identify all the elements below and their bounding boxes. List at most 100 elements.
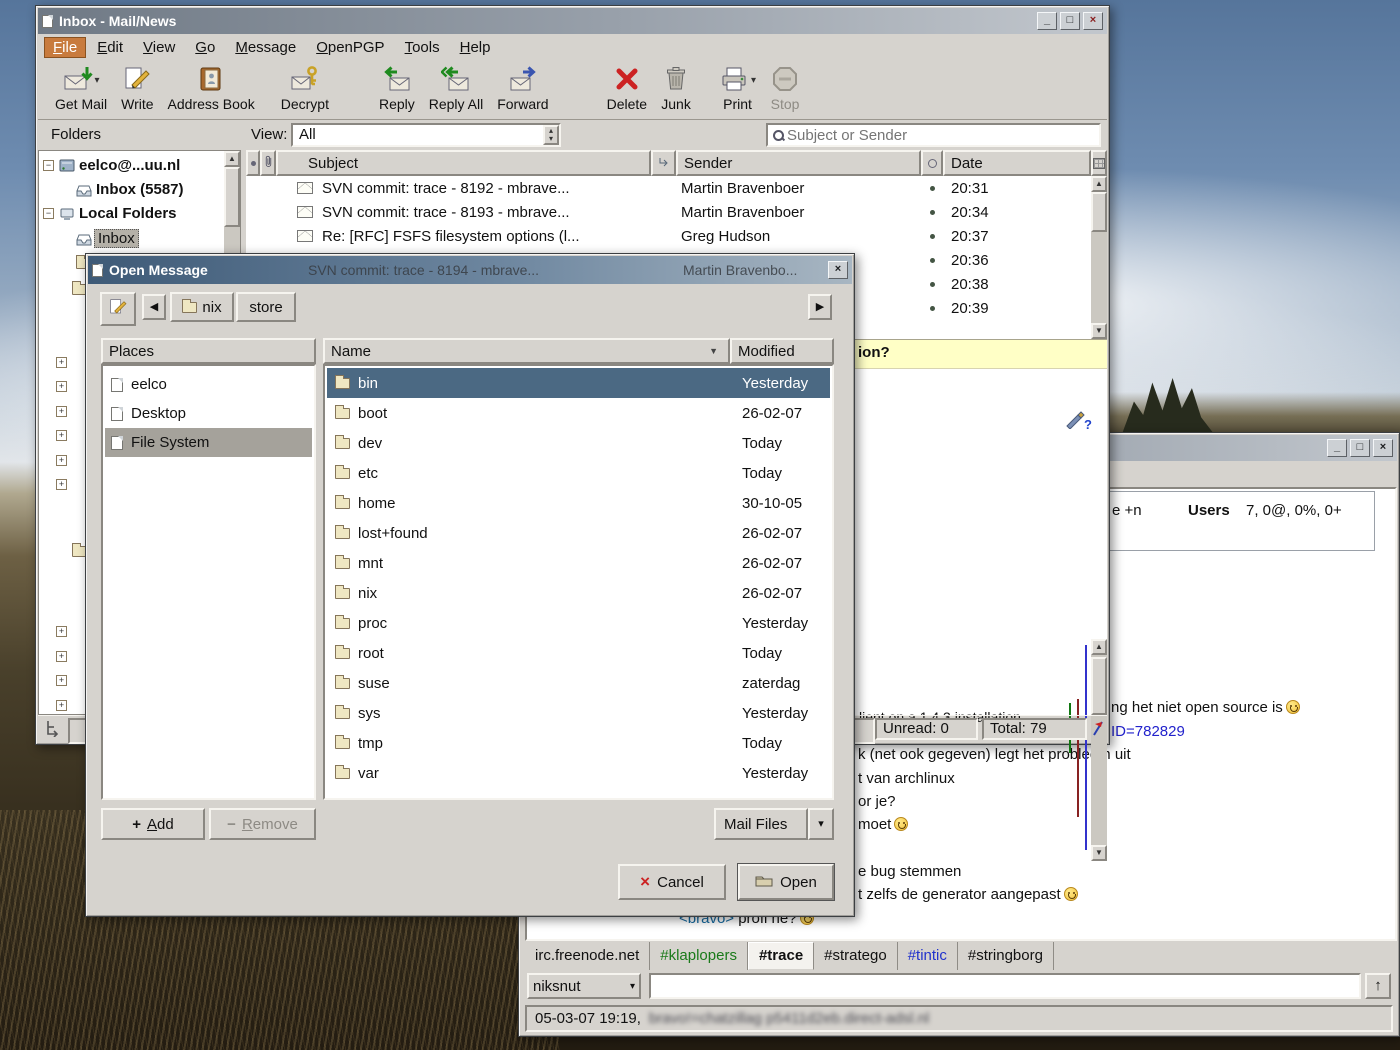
file-row-root[interactable]: rootToday (327, 638, 830, 668)
forward-button[interactable]: Forward (490, 64, 555, 113)
place-item-file-system[interactable]: File System (105, 428, 312, 457)
irc-maximize-button[interactable]: □ (1350, 439, 1370, 457)
expander-icon[interactable] (56, 455, 67, 466)
menu-openpgp[interactable]: OpenPGP (307, 37, 393, 58)
path-button-nix[interactable]: nix (170, 292, 234, 322)
menu-edit[interactable]: Edit (88, 37, 132, 58)
thread-column-header[interactable] (246, 150, 260, 176)
scroll-up-arrow[interactable] (1091, 639, 1107, 655)
expander-icon[interactable] (43, 208, 54, 219)
scroll-up-arrow[interactable] (1091, 176, 1107, 192)
file-row-etc[interactable]: etcToday (327, 458, 830, 488)
dialog-titlebar[interactable]: Open Message SVN commit: trace - 8194 - … (88, 256, 852, 284)
path-back-button[interactable]: ◀ (142, 294, 166, 320)
add-place-button[interactable]: + Add (101, 808, 205, 840)
scroll-up-arrow[interactable] (224, 151, 240, 167)
mail-close-button[interactable]: × (1083, 12, 1103, 30)
file-row-dev[interactable]: devToday (327, 428, 830, 458)
tab-klaplopers[interactable]: #klaplopers (650, 942, 748, 970)
scrollbar-thumb[interactable] (224, 167, 240, 227)
mail-maximize-button[interactable]: □ (1060, 12, 1080, 30)
mail-titlebar[interactable]: Inbox - Mail/News _ □ × (38, 8, 1107, 34)
expander-icon[interactable] (56, 430, 67, 441)
search-input[interactable] (785, 126, 1095, 145)
expander-icon[interactable] (56, 651, 67, 662)
subject-column-header[interactable]: Subject (276, 150, 651, 176)
tab-server[interactable]: irc.freenode.net (525, 942, 650, 970)
place-item-eelco[interactable]: eelco (105, 370, 312, 399)
statusbar-tree-icon[interactable] (44, 719, 62, 741)
delete-button[interactable]: Delete (600, 64, 654, 113)
attachment-column-header[interactable] (260, 150, 276, 176)
type-filename-toggle[interactable] (100, 292, 136, 326)
expander-icon[interactable] (56, 479, 67, 490)
date-column-header[interactable]: Date (943, 150, 1091, 176)
scroll-down-arrow[interactable] (1091, 323, 1107, 339)
irc-minimize-button[interactable]: _ (1327, 439, 1347, 457)
get-mail-button[interactable]: ▾ Get Mail (48, 64, 114, 113)
view-select[interactable]: All ▴▾ (291, 123, 561, 147)
print-button[interactable]: ▾ Print (712, 64, 763, 113)
file-row-proc[interactable]: procYesterday (327, 608, 830, 638)
chevron-down-icon[interactable]: ▾ (95, 75, 100, 86)
message-row[interactable]: SVN commit: trace - 8192 - mbrave... Mar… (246, 176, 1091, 200)
modified-column-header[interactable]: Modified (730, 338, 834, 364)
file-row-mnt[interactable]: mnt26-02-07 (327, 548, 830, 578)
place-item-desktop[interactable]: Desktop (105, 399, 312, 428)
chat-input[interactable] (649, 973, 1361, 999)
expander-icon[interactable] (56, 406, 67, 417)
stop-button[interactable]: Stop (763, 64, 807, 113)
file-type-filter-arrow[interactable]: ▾ (808, 808, 834, 840)
menu-go[interactable]: Go (186, 37, 224, 58)
tab-stringborg[interactable]: #stringborg (958, 942, 1054, 970)
scrollbar-thumb[interactable] (1091, 192, 1107, 232)
reply-button[interactable]: Reply (372, 64, 422, 113)
junk-button[interactable]: Junk (654, 64, 698, 113)
expander-icon[interactable] (56, 357, 67, 368)
write-button[interactable]: Write (114, 64, 160, 113)
reply-all-button[interactable]: Reply All (422, 64, 490, 113)
menu-message[interactable]: Message (226, 37, 305, 58)
path-button-store[interactable]: store (236, 292, 296, 322)
decrypt-button[interactable]: Decrypt (274, 64, 336, 113)
message-row[interactable]: SVN commit: trace - 8193 - mbrave... Mar… (246, 200, 1091, 224)
column-picker-button[interactable] (1091, 150, 1107, 176)
folder-tree-item[interactable]: eelco@...uu.nl (39, 154, 240, 178)
remove-place-button[interactable]: − Remove (209, 808, 316, 840)
read-column-header[interactable] (921, 150, 943, 176)
path-forward-button[interactable]: ▶ (808, 294, 832, 320)
file-row-tmp[interactable]: tmpToday (327, 728, 830, 758)
folder-tree-item-selected[interactable]: Inbox (39, 226, 240, 250)
file-row-home[interactable]: home30-10-05 (327, 488, 830, 518)
scroll-down-arrow[interactable] (1091, 845, 1107, 861)
tab-tintic[interactable]: #tintic (898, 942, 958, 970)
sender-column-header[interactable]: Sender (676, 150, 921, 176)
file-row-nix[interactable]: nix26-02-07 (327, 578, 830, 608)
cancel-button[interactable]: × Cancel (618, 864, 726, 900)
message-list-scrollbar[interactable] (1091, 176, 1107, 339)
mail-minimize-button[interactable]: _ (1037, 12, 1057, 30)
tab-trace[interactable]: #trace (748, 942, 814, 970)
file-row-suse[interactable]: susezaterdag (327, 668, 830, 698)
file-row-sys[interactable]: sysYesterday (327, 698, 830, 728)
message-row[interactable]: Re: [RFC] FSFS filesystem options (l... … (246, 224, 1091, 248)
nick-selector[interactable]: niksnut ▾ (527, 973, 641, 999)
file-row-boot[interactable]: boot26-02-07 (327, 398, 830, 428)
folder-tree-item[interactable]: Inbox (5587) (39, 178, 240, 202)
expander-icon[interactable] (56, 700, 67, 711)
file-row-var[interactable]: varYesterday (327, 758, 830, 788)
tab-stratego[interactable]: #stratego (814, 942, 898, 970)
open-button[interactable]: Open (738, 864, 834, 900)
expander-icon[interactable] (43, 160, 54, 171)
file-type-filter[interactable]: Mail Files (714, 808, 808, 840)
folder-tree-item[interactable]: Local Folders (39, 202, 240, 226)
menu-file[interactable]: File (44, 37, 86, 58)
name-column-header[interactable]: Name ▼ (323, 338, 730, 364)
menu-tools[interactable]: Tools (396, 37, 449, 58)
expander-icon[interactable] (56, 675, 67, 686)
chevron-down-icon[interactable]: ▾ (751, 75, 756, 86)
view-select-spinner[interactable]: ▴▾ (543, 125, 559, 145)
file-row-bin[interactable]: binYesterday (327, 368, 830, 398)
menu-view[interactable]: View (134, 37, 184, 58)
menu-help[interactable]: Help (451, 37, 500, 58)
